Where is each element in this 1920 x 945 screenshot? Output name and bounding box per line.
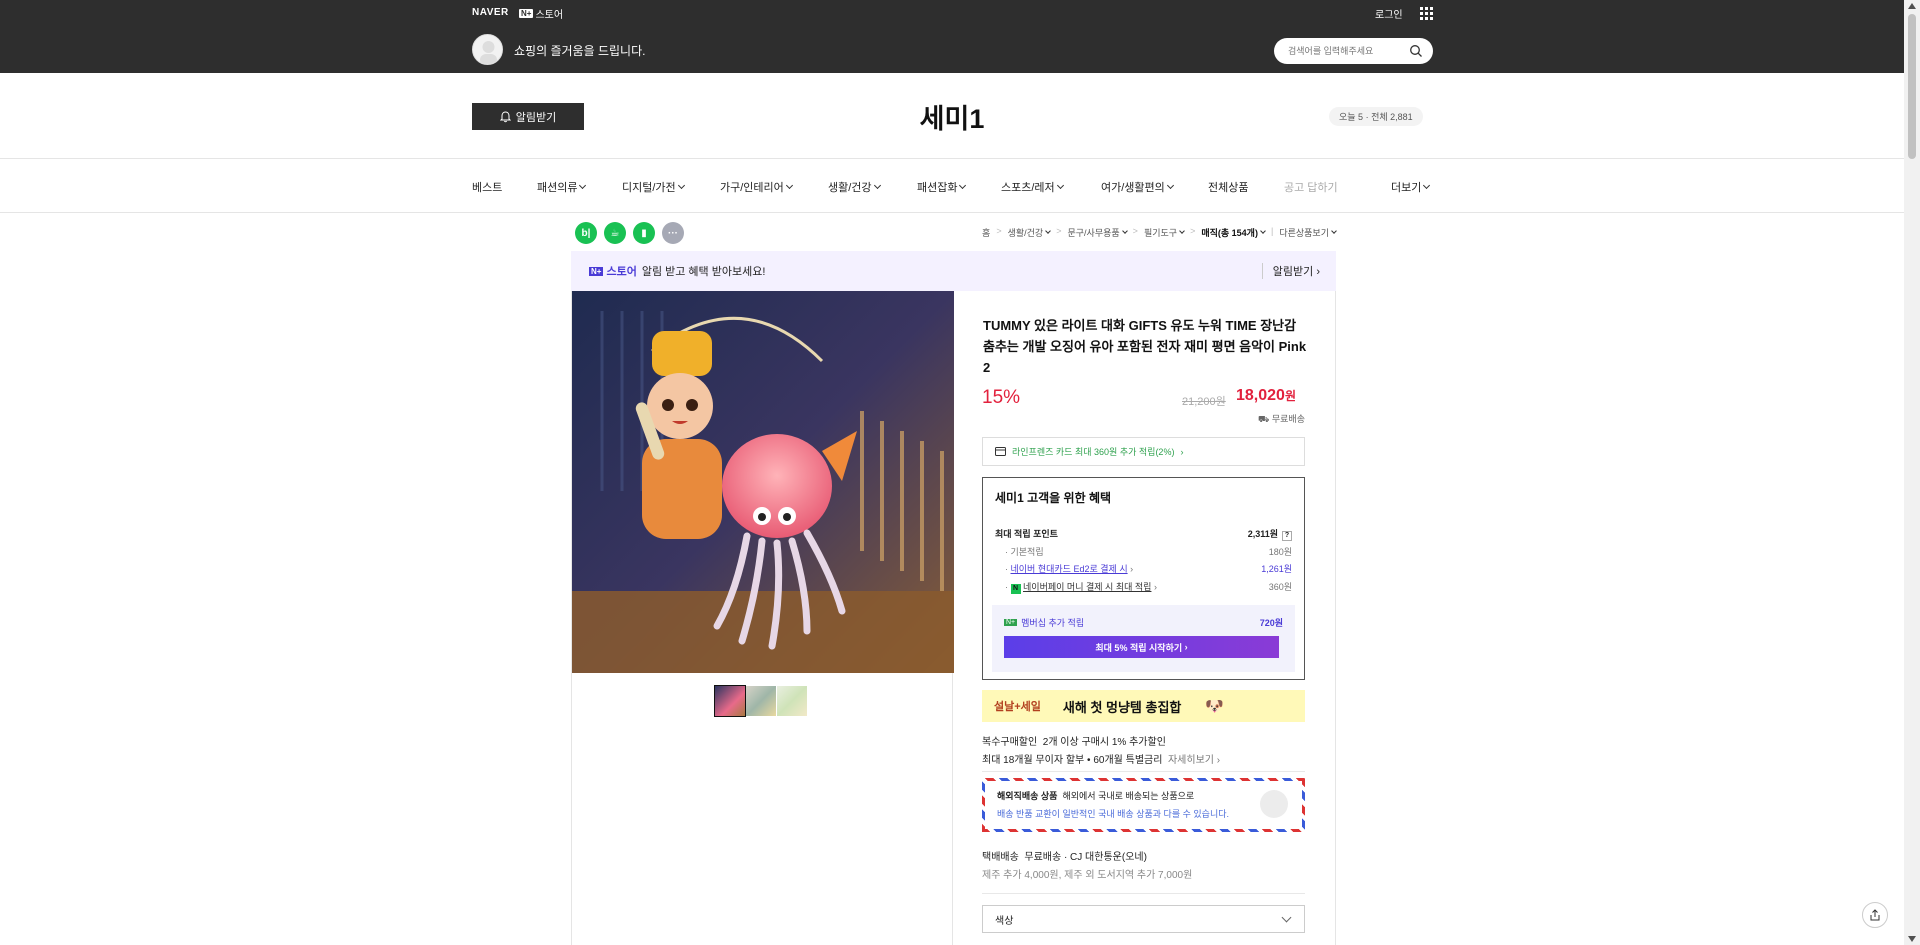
customer-benefit-box: 세미1 고객을 위한 혜택 최대 적립 포인트 2,311원? · 기본적립 18…: [982, 477, 1305, 680]
npay-point-row[interactable]: · N 네이버페이 머니 결제 시 최대 적립 › 360원: [1005, 580, 1292, 594]
naver-logo[interactable]: NAVER: [472, 7, 509, 18]
divider: [982, 893, 1305, 894]
nstore-logo-icon: N+: [519, 9, 534, 18]
card-benefit-box[interactable]: 라인프렌즈 카드 최대 360원 추가 적립(2%) ›: [982, 437, 1305, 466]
other-products-link[interactable]: 다른상품보기: [1279, 226, 1337, 239]
banner-alarm-link[interactable]: 알림받기 ›: [1261, 263, 1320, 279]
membership-box: N+ 멤버십 추가 적립 720원 최대 5% 적립 시작하기 ›: [992, 605, 1295, 672]
chevron-down-icon: [1166, 181, 1174, 190]
delivery-info: 택배배송 무료배송 · CJ 대한통운(오네) 제주 추가 4,000원, 제주…: [982, 852, 1193, 881]
thumbnail-list: [714, 685, 807, 717]
scrollbar-thumb[interactable]: [1908, 14, 1916, 159]
banner-message: 알림 받고 혜택 받아보세요!: [641, 266, 766, 278]
visitor-count: 오늘 5 · 전체 2,881: [1329, 107, 1423, 126]
promo-emoji-icon: 🐶: [1205, 698, 1225, 715]
discount-rate: 15%: [982, 387, 1021, 408]
chevron-down-icon: [677, 181, 685, 190]
store-name[interactable]: 세미1: [0, 97, 1904, 136]
chevron-down-icon: [579, 181, 587, 190]
bookmark-share-icon[interactable]: ▮: [633, 222, 655, 244]
overseas-shipping-notice: 해외직배송 상품 해외에서 국내로 배송되는 상품으로 배송 반품 교환이 일반적…: [982, 778, 1305, 832]
max-point-row: 최대 적립 포인트 2,311원?: [995, 527, 1292, 541]
airplane-icon: [1260, 790, 1288, 818]
color-option-select[interactable]: 색상: [982, 905, 1305, 933]
image-pane: [571, 291, 954, 945]
product-info-pane: TUMMY 있은 라이트 대화 GIFTS 유도 누워 TIME 장난감 춤추는…: [953, 291, 1336, 945]
breadcrumb-cat1[interactable]: 생활/건강: [1008, 226, 1052, 239]
scroll-up-icon[interactable]: [1908, 3, 1916, 9]
category-item-5[interactable]: 생활/건강: [828, 179, 881, 195]
category-item-2[interactable]: 패션의류: [537, 179, 587, 195]
search-box: [1274, 38, 1433, 64]
app-menu-icon[interactable]: [1420, 7, 1433, 20]
installment-detail-link[interactable]: 자세히보기 ›: [1168, 755, 1220, 766]
shipping-info: ⛟ 무료배송: [1258, 414, 1305, 424]
share-float-button[interactable]: [1862, 902, 1888, 928]
chevron-down-icon: [873, 181, 881, 190]
share-icon: [1870, 909, 1880, 921]
breadcrumb-cat2[interactable]: 문구/사무용품: [1067, 226, 1128, 239]
truck-icon: ⛟: [1258, 414, 1270, 424]
promo-tag: 설날+세일: [994, 701, 1041, 713]
category-item-11[interactable]: 더보기: [1391, 179, 1431, 195]
category-item-9[interactable]: 전체상품: [1208, 179, 1248, 195]
thumbnail-3[interactable]: [777, 686, 807, 716]
divider: [982, 771, 1305, 772]
category-item-1[interactable]: 베스트: [472, 179, 502, 195]
nstore-logo[interactable]: N+ 스토어: [519, 6, 563, 21]
nplus-icon: N+: [1004, 619, 1018, 626]
product-content: b| ☕ ▮ ··· 홈 > 생활/건강 > 문구/사무용품 > 필기도구 > 매직(총 15…: [571, 213, 1337, 945]
thumbnail-2[interactable]: [746, 686, 776, 716]
breadcrumb: 홈 > 생활/건강 > 문구/사무용품 > 필기도구 > 매직(총 154개) | 다른상…: [982, 226, 1337, 239]
page-scrollbar[interactable]: [1904, 0, 1920, 945]
breadcrumb-home[interactable]: 홈: [982, 226, 990, 239]
store-avatar[interactable]: [472, 34, 503, 65]
membership-start-button[interactable]: 최대 5% 적립 시작하기 ›: [1004, 636, 1279, 658]
category-item-3[interactable]: 디지털/가전: [622, 179, 685, 195]
chevron-down-icon: [1281, 912, 1292, 923]
membership-value: 720원: [1259, 618, 1283, 628]
nstore-banner-logo: N+ 스토어: [589, 266, 637, 278]
search-icon[interactable]: [1409, 44, 1423, 58]
promo-banner[interactable]: 설날+세일 새해 첫 멍냥템 총집합 🐶: [982, 690, 1305, 722]
card-icon: [995, 447, 1006, 456]
category-item-8[interactable]: 여가/생활편의: [1101, 179, 1174, 195]
store-slogan: 쇼핑의 즐거움을 드립니다.: [514, 44, 646, 58]
category-item-6[interactable]: 패션잡화: [917, 179, 967, 195]
chevron-down-icon: [959, 181, 967, 190]
blog-share-icon[interactable]: b|: [575, 222, 597, 244]
category-item-7[interactable]: 스포츠/레저: [1001, 179, 1064, 195]
multi-discount-info: 복수구매할인 2개 이상 구매시 1% 추가할인 최대 18개월 무이자 할부 …: [982, 737, 1221, 766]
benefit-title: 세미1 고객을 위한 혜택: [995, 491, 1112, 505]
membership-label: N+ 멤버십 추가 적립: [1004, 618, 1085, 628]
store-header: 알림받기 세미1 오늘 5 · 전체 2,881: [0, 73, 1904, 159]
scroll-down-icon[interactable]: [1908, 936, 1916, 942]
search-input[interactable]: [1288, 43, 1406, 59]
category-nav: 베스트 패션의류 디지털/가전 가구/인테리어 생활/건강 패션잡화 스포츠/레저 여가/생활…: [0, 160, 1904, 213]
thumbnail-1[interactable]: [714, 685, 746, 717]
npay-icon: N: [1010, 584, 1021, 594]
chevron-down-icon: [785, 181, 793, 190]
basic-point-row: · 기본적립 180원: [1005, 547, 1292, 557]
card-point-row[interactable]: · 네이버 현대카드 Ed2로 결제 시 › 1,261원: [1005, 562, 1292, 575]
product-main-image[interactable]: [572, 291, 954, 673]
chevron-down-icon: [1056, 181, 1064, 190]
more-share-icon[interactable]: ···: [662, 222, 684, 244]
help-icon[interactable]: ?: [1282, 531, 1292, 541]
nstore-logo-label: 스토어: [535, 10, 564, 21]
login-link[interactable]: 로그인: [1375, 6, 1403, 21]
original-price: 21,200원: [1182, 396, 1226, 408]
chevron-down-icon: [1423, 181, 1431, 190]
sale-price: 18,020원: [1236, 387, 1296, 404]
category-item-4[interactable]: 가구/인테리어: [720, 179, 793, 195]
promo-text: 새해 첫 멍냥템 총집합: [1062, 699, 1182, 715]
product-title: TUMMY 있은 라이트 대화 GIFTS 유도 누워 TIME 장난감 춤추는…: [983, 318, 1307, 375]
share-buttons: b| ☕ ▮ ···: [575, 222, 684, 244]
breadcrumb-current[interactable]: 매직(총 154개): [1201, 226, 1266, 239]
nstore-alarm-banner: N+ 스토어 알림 받고 혜택 받아보세요! 알림받기 ›: [571, 251, 1336, 291]
breadcrumb-cat3[interactable]: 필기도구: [1144, 226, 1185, 239]
cafe-share-icon[interactable]: ☕: [604, 222, 626, 244]
top-bar: NAVER N+ 스토어 로그인 쇼핑의 즐거움을 드립니다.: [0, 0, 1904, 73]
category-item-10[interactable]: 공고 답하기: [1284, 179, 1338, 195]
